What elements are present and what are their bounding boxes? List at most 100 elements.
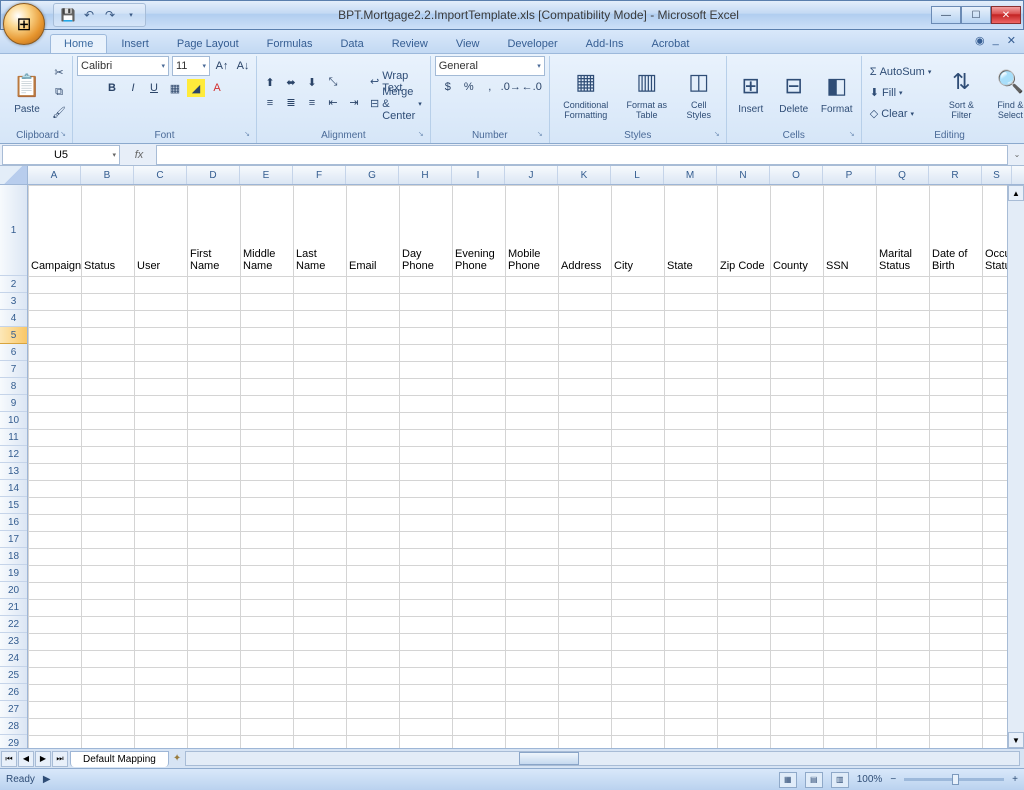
horizontal-scrollbar[interactable] [185,751,1020,766]
next-sheet-icon[interactable]: ▶ [35,751,51,767]
close-button[interactable]: ✕ [991,6,1021,24]
first-sheet-icon[interactable]: ⏮ [1,751,17,767]
column-header-A[interactable]: A [28,166,81,184]
font-size-combo[interactable]: 11▾ [172,56,210,76]
grow-font-icon[interactable]: A↑ [213,57,231,75]
undo-icon[interactable]: ↶ [81,7,97,23]
scroll-down-icon[interactable]: ▼ [1008,732,1024,748]
column-header-S[interactable]: S [982,166,1012,184]
align-right-icon[interactable]: ≡ [303,94,321,112]
cell-M1[interactable]: State [664,185,717,274]
cell-P1[interactable]: SSN [823,185,876,274]
delete-cells-button[interactable]: ⊟Delete [774,68,814,117]
tab-acrobat[interactable]: Acrobat [638,34,704,53]
minimize-button[interactable]: — [931,6,961,24]
row-header-10[interactable]: 10 [0,412,27,429]
italic-button[interactable]: I [124,79,142,97]
minimize-ribbon-icon[interactable]: _ [993,34,999,47]
underline-button[interactable]: U [145,79,163,97]
column-header-D[interactable]: D [187,166,240,184]
indent-inc-icon[interactable]: ⇥ [345,94,363,112]
cell-G1[interactable]: Email [346,185,399,274]
formula-input[interactable] [156,145,1008,165]
cut-icon[interactable]: ✂ [50,64,68,82]
cell-K1[interactable]: Address [558,185,611,274]
scroll-up-icon[interactable]: ▲ [1008,185,1024,201]
new-sheet-icon[interactable]: ✦ [173,753,181,764]
column-header-R[interactable]: R [929,166,982,184]
redo-icon[interactable]: ↷ [102,7,118,23]
cell-N1[interactable]: Zip Code [717,185,770,274]
zoom-in-icon[interactable]: + [1012,774,1018,785]
align-bottom-icon[interactable]: ⬇ [303,74,321,92]
row-header-19[interactable]: 19 [0,565,27,582]
column-header-K[interactable]: K [558,166,611,184]
column-header-O[interactable]: O [770,166,823,184]
row-header-28[interactable]: 28 [0,718,27,735]
column-header-J[interactable]: J [505,166,558,184]
cell-O1[interactable]: County [770,185,823,274]
tab-data[interactable]: Data [326,34,377,53]
cell-I1[interactable]: Evening Phone [452,185,505,274]
cell-J1[interactable]: Mobile Phone [505,185,558,274]
cell-E1[interactable]: Middle Name [240,185,293,274]
row-header-15[interactable]: 15 [0,497,27,514]
cell-H1[interactable]: Day Phone [399,185,452,274]
currency-icon[interactable]: $ [439,78,457,96]
row-header-27[interactable]: 27 [0,701,27,718]
fill-color-icon[interactable]: ◢ [187,79,205,97]
row-header-7[interactable]: 7 [0,361,27,378]
cell-D1[interactable]: First Name [187,185,240,274]
row-header-5[interactable]: 5 [0,327,27,344]
tab-home[interactable]: Home [50,34,107,53]
vertical-scrollbar[interactable]: ▲ ▼ [1007,185,1024,748]
macro-icon[interactable]: ▶ [43,774,51,785]
row-header-18[interactable]: 18 [0,548,27,565]
row-header-11[interactable]: 11 [0,429,27,446]
row-header-12[interactable]: 12 [0,446,27,463]
row-header-29[interactable]: 29 [0,735,27,748]
conditional-formatting-button[interactable]: ▦Conditional Formatting [554,64,618,122]
column-header-H[interactable]: H [399,166,452,184]
format-cells-button[interactable]: ◧Format [817,68,857,117]
align-top-icon[interactable]: ⬆ [261,74,279,92]
zoom-out-icon[interactable]: − [890,774,896,785]
cell-B1[interactable]: Status [81,185,134,274]
bold-button[interactable]: B [103,79,121,97]
sheet-tab-default-mapping[interactable]: Default Mapping [70,751,169,767]
row-header-8[interactable]: 8 [0,378,27,395]
row-header-22[interactable]: 22 [0,616,27,633]
format-table-button[interactable]: ▥Format as Table [621,64,673,122]
merge-center-button[interactable]: ⊟Merge & Center▾ [366,94,426,114]
tab-insert[interactable]: Insert [107,34,163,53]
row-header-1[interactable]: 1 [0,185,27,276]
find-select-button[interactable]: 🔍Find & Select [987,64,1024,122]
row-header-21[interactable]: 21 [0,599,27,616]
shrink-font-icon[interactable]: A↓ [234,57,252,75]
prev-sheet-icon[interactable]: ◀ [18,751,34,767]
cell-A1[interactable]: Campaign [28,185,81,274]
zoom-level[interactable]: 100% [857,774,883,785]
font-name-combo[interactable]: Calibri▾ [77,56,169,76]
paste-button[interactable]: 📋 Paste [7,68,47,117]
row-header-16[interactable]: 16 [0,514,27,531]
row-header-3[interactable]: 3 [0,293,27,310]
row-header-17[interactable]: 17 [0,531,27,548]
help-icon[interactable]: ◉ [975,34,985,47]
row-header-14[interactable]: 14 [0,480,27,497]
row-header-25[interactable]: 25 [0,667,27,684]
align-left-icon[interactable]: ≡ [261,94,279,112]
row-header-9[interactable]: 9 [0,395,27,412]
cell-C1[interactable]: User [134,185,187,274]
clear-button[interactable]: ◇Clear▾ [866,104,936,124]
column-header-Q[interactable]: Q [876,166,929,184]
ribbon-close-icon[interactable]: ✕ [1007,34,1016,47]
column-header-F[interactable]: F [293,166,346,184]
page-break-view-icon[interactable]: ▥ [831,772,849,788]
column-header-P[interactable]: P [823,166,876,184]
save-icon[interactable]: 💾 [60,7,76,23]
page-layout-view-icon[interactable]: ▤ [805,772,823,788]
zoom-slider[interactable] [904,778,1004,781]
expand-formula-icon[interactable]: ⌄ [1010,150,1024,159]
row-header-24[interactable]: 24 [0,650,27,667]
